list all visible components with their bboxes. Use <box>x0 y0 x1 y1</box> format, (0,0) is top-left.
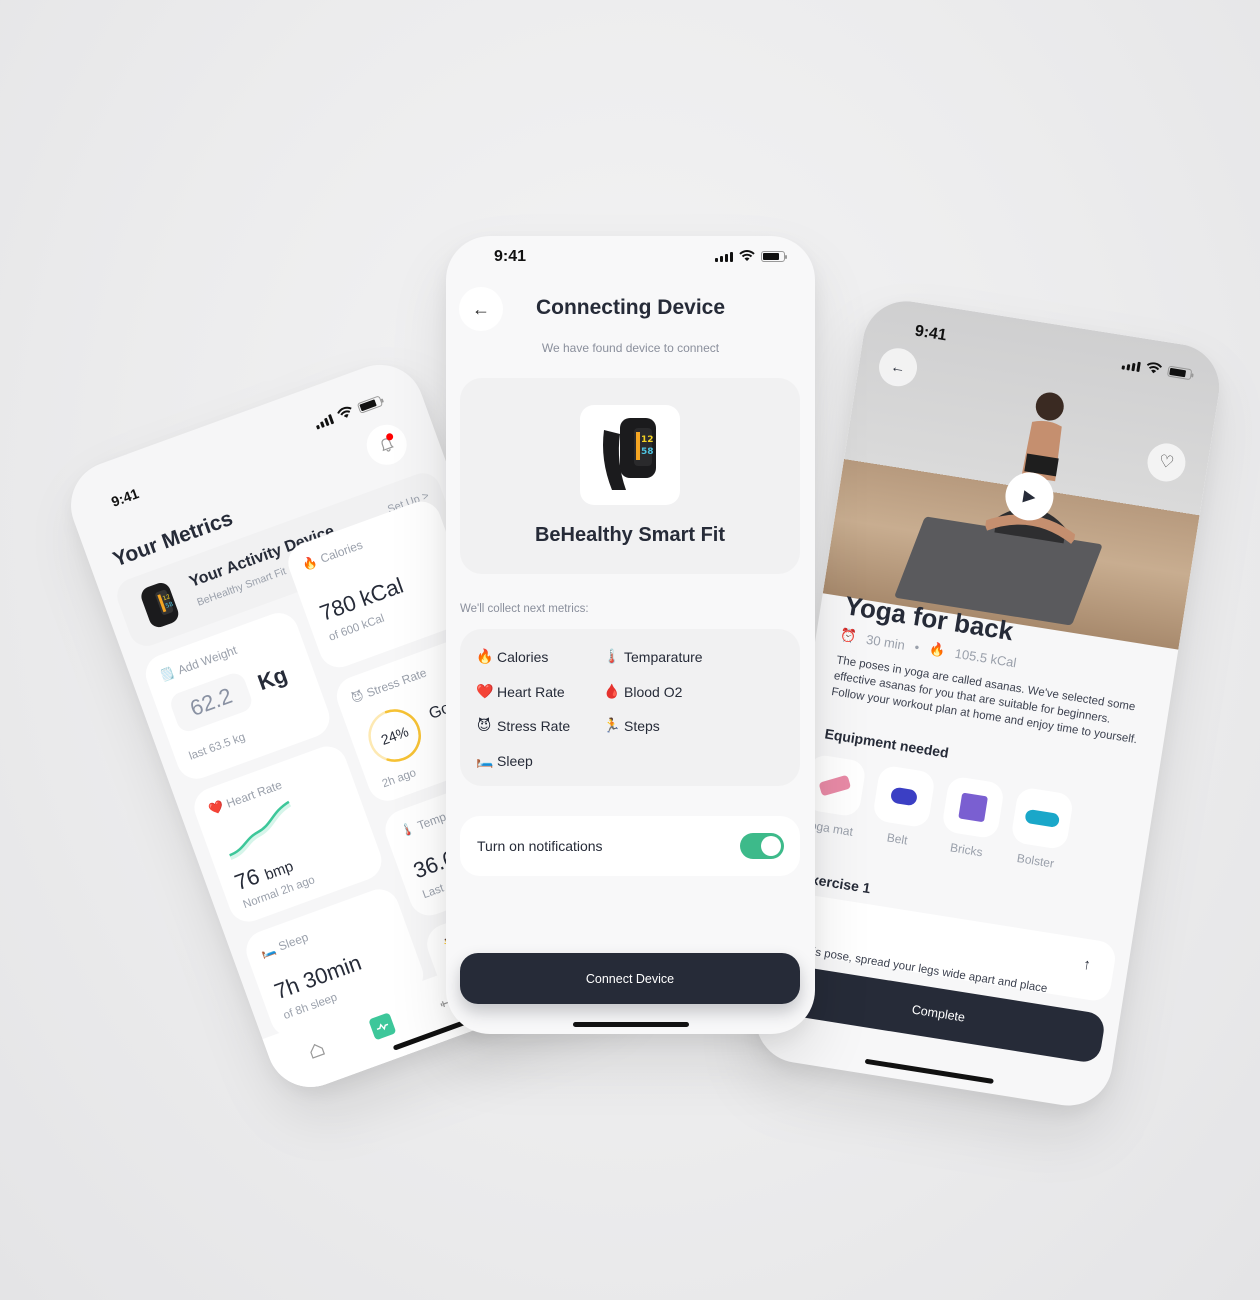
metric-item: 🏃 Steps <box>603 717 660 734</box>
wifi-icon <box>739 250 755 261</box>
equipment-item[interactable]: Bricks <box>938 775 1006 861</box>
connecting-device-phone: 9:41 ← Connecting Device We have found d… <box>446 236 815 1034</box>
sleep-label: Sleep <box>276 929 311 954</box>
svg-text:58: 58 <box>641 447 654 457</box>
weight-unit: Kg <box>254 661 291 696</box>
stress-label: Stress Rate <box>364 665 429 701</box>
metric-item: 🔥 Calories <box>476 648 549 665</box>
metrics-list: 🔥 Calories 🌡️ Temparature ❤️ Heart Rate 🩸 Bl… <box>460 629 800 786</box>
equipment-item[interactable]: Belt <box>868 764 937 850</box>
calories-label: Calories <box>318 537 365 566</box>
heart-outline-icon: ♡ <box>1157 451 1176 473</box>
weight-input[interactable]: 62.2 <box>167 670 255 735</box>
wifi-icon <box>1146 362 1163 374</box>
thermometer-icon: 🌡️ <box>603 648 621 664</box>
collapse-button[interactable]: ↑ <box>1070 947 1104 981</box>
notifications-button[interactable] <box>361 419 413 471</box>
blood-drop-icon: 🩸 <box>603 683 621 699</box>
fire-icon: 🔥 <box>476 648 494 664</box>
tab-metrics[interactable] <box>368 1012 397 1041</box>
metric-item: 🛏️ Sleep <box>476 752 533 769</box>
equipment-label: Bolster <box>1015 851 1056 871</box>
home-indicator <box>573 1022 689 1027</box>
alarm-clock-icon: ⏰ <box>839 626 858 645</box>
wifi-icon <box>337 406 352 418</box>
fire-icon: 🔥 <box>928 640 947 659</box>
devil-icon: 😈 <box>349 688 366 706</box>
yoga-person-photo <box>983 392 1078 544</box>
tab-home[interactable] <box>302 1036 330 1064</box>
devil-icon: 😈 <box>476 717 492 733</box>
status-time: 9:41 <box>494 248 527 265</box>
notifications-toggle[interactable] <box>740 833 784 859</box>
status-bar: 9:41 <box>59 353 417 510</box>
device-name: BeHealthy Smart Fit <box>534 524 726 546</box>
home-icon <box>310 1043 326 1059</box>
signal-icon <box>313 413 335 430</box>
home-indicator <box>864 1058 994 1084</box>
workout-phone: 9:41 ← ♡ ▶ Yoga for back ⏰ 30 min • 🔥 105.… <box>749 295 1226 1112</box>
metrics-label: We'll collect next metrics: <box>460 603 589 615</box>
runner-icon: 🏃 <box>603 717 621 733</box>
arrow-up-icon: ↑ <box>1081 955 1093 974</box>
play-icon: ▶ <box>1021 487 1037 507</box>
belt-icon <box>889 786 919 807</box>
connect-device-button[interactable]: Connect Device <box>460 953 800 1004</box>
stress-time: 2h ago <box>380 766 418 791</box>
equipment-label: Bricks <box>949 840 984 860</box>
meta-separator: • <box>913 638 921 655</box>
battery-icon <box>761 250 787 262</box>
page-title: Connecting Device <box>535 296 726 319</box>
signal-icon <box>715 251 733 262</box>
equipment-label: Belt <box>885 830 909 848</box>
svg-text:12: 12 <box>641 435 654 445</box>
status-bar: 9:41 <box>446 236 815 266</box>
weight-last: last 63.5 kg <box>187 731 247 763</box>
equipment-title: Equipment needed <box>823 725 950 761</box>
stress-value: 24% <box>379 723 411 748</box>
smart-band-image: 12 58 <box>580 405 680 505</box>
bricks-icon <box>958 792 988 823</box>
metric-item: 😈 Stress Rate <box>476 717 571 734</box>
yoga-mat-icon <box>818 774 852 797</box>
bed-icon: 🛏️ <box>476 752 494 768</box>
stress-ring: 24% <box>368 709 421 762</box>
notifications-label: Turn on notifications <box>477 838 603 854</box>
equipment-item[interactable]: Bolster <box>1007 786 1075 872</box>
status-time: 9:41 <box>109 485 141 510</box>
arrow-left-icon: ← <box>889 357 907 377</box>
bed-icon: 🛏️ <box>258 941 278 960</box>
notepad-icon: 🗒️ <box>158 665 177 684</box>
temperature-time: Last <box>421 882 446 902</box>
thermometer-icon: 🌡️ <box>397 820 417 840</box>
heart-icon: ❤️ <box>206 798 226 818</box>
battery-icon <box>356 394 383 414</box>
toggle-knob <box>761 836 781 856</box>
pulse-icon <box>376 1023 389 1031</box>
metric-item: 🩸 Blood O2 <box>603 683 683 700</box>
metric-item: 🌡️ Temparature <box>603 648 703 665</box>
found-device-card: 12 58 BeHealthy Smart Fit <box>460 378 800 574</box>
fire-icon: 🔥 <box>300 554 320 573</box>
bolster-icon <box>1024 808 1061 828</box>
smart-band-image: 12 58 <box>126 570 195 639</box>
metric-item: ❤️ Heart Rate <box>476 683 565 700</box>
notifications-row: Turn on notifications <box>460 816 800 876</box>
signal-icon <box>1121 358 1141 372</box>
workout-duration: 30 min <box>865 631 907 653</box>
workout-calories: 105.5 kCal <box>953 645 1018 670</box>
heart-icon: ❤️ <box>476 683 494 699</box>
page-subtitle: We have found device to connect <box>541 341 720 355</box>
weight-label: Add Weight <box>175 642 239 678</box>
